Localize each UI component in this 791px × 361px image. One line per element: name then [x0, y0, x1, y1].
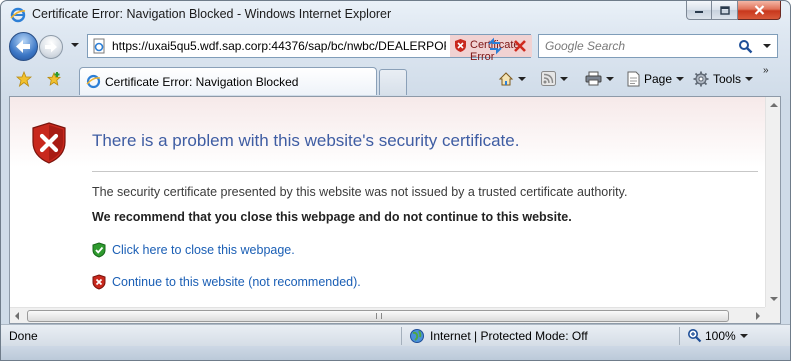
- scrollbar-corner: [765, 307, 780, 323]
- new-tab-button[interactable]: [379, 69, 407, 95]
- search-icon[interactable]: [738, 39, 753, 54]
- page-menu[interactable]: Page: [626, 71, 685, 87]
- tools-dropdown[interactable]: [745, 77, 754, 81]
- navigation-bar: https://uxai5qu5.wdf.sap.corp:44376/sap/…: [1, 29, 790, 63]
- maximize-button[interactable]: [712, 1, 738, 20]
- forward-button[interactable]: [39, 35, 63, 59]
- feeds-dropdown[interactable]: [560, 76, 568, 81]
- feeds-button[interactable]: [541, 71, 568, 86]
- status-text: Done: [9, 329, 38, 343]
- status-separator: [401, 327, 402, 345]
- continue-website-option[interactable]: Continue to this website (not recommende…: [92, 274, 361, 290]
- window-title: Certificate Error: Navigation Blocked - …: [32, 7, 392, 21]
- status-separator: [679, 327, 680, 345]
- home-dropdown[interactable]: [518, 77, 526, 81]
- minimize-icon: [695, 11, 703, 13]
- tab-certificate-error[interactable]: Certificate Error: Navigation Blocked: [79, 67, 377, 95]
- tools-gear-icon: [693, 71, 709, 87]
- error-shield-icon: [32, 122, 66, 164]
- close-webpage-link[interactable]: Click here to close this webpage.: [112, 243, 295, 257]
- maximize-icon: [719, 5, 730, 15]
- security-zone-label: Internet | Protected Mode: Off: [430, 329, 588, 343]
- close-webpage-option[interactable]: Click here to close this webpage.: [92, 242, 295, 258]
- search-provider-dropdown[interactable]: [763, 44, 771, 48]
- back-button[interactable]: [9, 32, 38, 61]
- page-content: There is a problem with this website's s…: [9, 96, 781, 324]
- tools-menu-label: Tools: [713, 72, 742, 86]
- back-arrow-icon: [16, 40, 30, 53]
- home-icon: [498, 72, 514, 86]
- status-bar: Done Internet | Protected Mode: Off 100%: [1, 324, 790, 346]
- horizontal-scrollbar[interactable]: [10, 307, 765, 323]
- page-icon: [91, 38, 107, 54]
- close-icon: [754, 5, 764, 15]
- forward-arrow-icon: [45, 41, 57, 53]
- ie-icon: [10, 7, 26, 23]
- tab-label: Certificate Error: Navigation Blocked: [105, 75, 299, 89]
- scroll-right-arrow[interactable]: [756, 312, 760, 320]
- title-bar: Certificate Error: Navigation Blocked - …: [1, 1, 790, 29]
- home-button[interactable]: [498, 71, 526, 87]
- scroll-left-arrow[interactable]: [15, 312, 19, 320]
- scroll-up-arrow[interactable]: [770, 103, 778, 107]
- print-icon: [585, 71, 602, 86]
- print-button[interactable]: [585, 71, 614, 86]
- zoom-dropdown[interactable]: [739, 333, 748, 338]
- refresh-button[interactable]: [483, 34, 507, 58]
- window-bottom-border: [1, 346, 790, 360]
- globe-icon: [410, 329, 424, 343]
- stop-icon: [514, 40, 526, 52]
- more-commands-chevron[interactable]: »: [763, 65, 768, 76]
- zoom-control[interactable]: 100%: [687, 328, 748, 343]
- error-recommendation: We recommend that you close this webpage…: [92, 210, 572, 224]
- red-shield-icon: [455, 39, 466, 52]
- page-icon: [86, 74, 101, 89]
- page-menu-label: Page: [644, 72, 673, 86]
- page-icon: [627, 71, 640, 87]
- search-input[interactable]: Google Search: [545, 39, 625, 53]
- minimize-button[interactable]: [686, 1, 712, 20]
- zoom-icon: [688, 329, 702, 343]
- stop-button[interactable]: [508, 34, 532, 58]
- scroll-grip: [376, 313, 382, 319]
- red-shield-icon: [92, 274, 106, 290]
- tab-command-bar: Certificate Error: Navigation Blocked Pa…: [1, 63, 790, 95]
- refresh-icon: [488, 37, 502, 55]
- print-dropdown[interactable]: [606, 76, 614, 81]
- feeds-icon: [541, 71, 556, 86]
- horizontal-scroll-thumb[interactable]: [27, 310, 729, 322]
- error-title: There is a problem with this website's s…: [92, 131, 520, 150]
- security-zone[interactable]: Internet | Protected Mode: Off: [409, 328, 588, 344]
- browser-window: Certificate Error: Navigation Blocked - …: [0, 0, 791, 361]
- recent-pages-dropdown[interactable]: [71, 43, 79, 47]
- divider: [92, 171, 758, 172]
- address-input[interactable]: https://uxai5qu5.wdf.sap.corp:44376/sap/…: [112, 39, 446, 53]
- continue-website-link[interactable]: Continue to this website (not recommende…: [112, 275, 361, 289]
- vertical-scrollbar[interactable]: [765, 97, 780, 307]
- scroll-down-arrow[interactable]: [770, 297, 778, 301]
- error-description: The security certificate presented by th…: [92, 185, 628, 199]
- page-dropdown[interactable]: [676, 77, 685, 81]
- favorites-star-icon[interactable]: [16, 71, 32, 87]
- tools-menu[interactable]: Tools: [693, 71, 754, 87]
- search-box[interactable]: Google Search: [538, 34, 778, 58]
- green-shield-icon: [92, 242, 106, 258]
- close-window-button[interactable]: [738, 1, 781, 20]
- caption-buttons: [686, 1, 781, 20]
- address-bar[interactable]: https://uxai5qu5.wdf.sap.corp:44376/sap/…: [87, 34, 532, 63]
- add-favorites-icon[interactable]: [46, 71, 62, 87]
- zoom-level: 100%: [705, 328, 736, 343]
